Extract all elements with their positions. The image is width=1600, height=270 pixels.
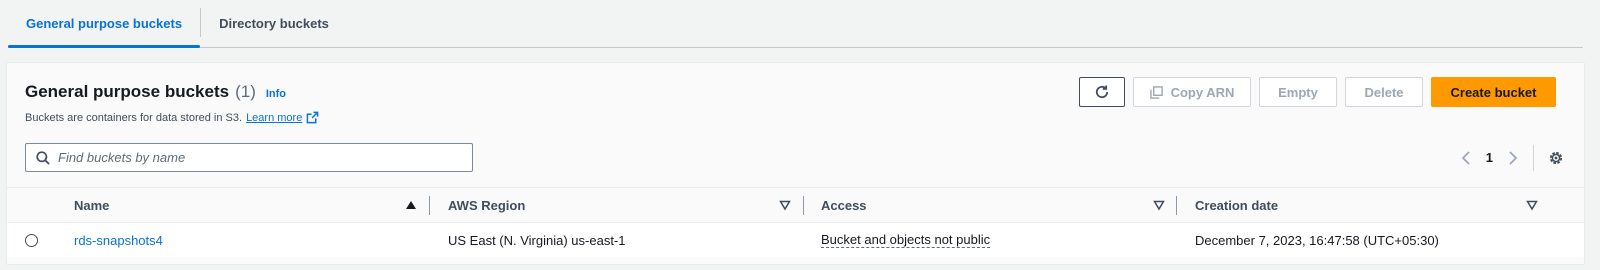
column-header-access[interactable]: Access bbox=[821, 188, 867, 222]
description-text: Buckets are containers for data stored i… bbox=[25, 111, 243, 124]
current-page[interactable]: 1 bbox=[1482, 150, 1497, 165]
search-icon bbox=[36, 150, 50, 165]
sort-descending-icon[interactable] bbox=[1153, 199, 1165, 211]
refresh-icon bbox=[1095, 85, 1109, 99]
tab-general-purpose-buckets[interactable]: General purpose buckets bbox=[8, 0, 201, 48]
chevron-left-icon[interactable] bbox=[1460, 150, 1472, 166]
bucket-count: (1) bbox=[235, 82, 256, 101]
table-row[interactable]: rds-snapshots4 US East (N. Virginia) us-… bbox=[7, 223, 1584, 257]
learn-more-link[interactable]: Learn more bbox=[246, 112, 302, 124]
bucket-access-cell: Bucket and objects not public bbox=[821, 223, 991, 257]
copy-arn-label: Copy ARN bbox=[1170, 84, 1235, 100]
chevron-right-icon[interactable] bbox=[1507, 150, 1519, 166]
bucket-name-cell: rds-snapshots4 bbox=[74, 223, 163, 257]
create-bucket-button[interactable]: Create bucket bbox=[1431, 77, 1556, 107]
column-header-name[interactable]: Name bbox=[74, 188, 109, 222]
page-title: General purpose buckets bbox=[25, 82, 230, 101]
panel-header: General purpose buckets (1) Info bbox=[25, 82, 286, 102]
row-select-radio[interactable] bbox=[25, 233, 38, 247]
bucket-access[interactable]: Bucket and objects not public bbox=[821, 232, 991, 248]
bucket-region: US East (N. Virginia) us-east-1 bbox=[448, 232, 626, 248]
buckets-panel: General purpose buckets (1) Info Buckets… bbox=[6, 62, 1585, 265]
pagination: 1 bbox=[1460, 143, 1564, 172]
search-box bbox=[25, 143, 473, 172]
bucket-name-link[interactable]: rds-snapshots4 bbox=[74, 233, 163, 248]
column-divider[interactable] bbox=[803, 196, 804, 215]
row-select-cell bbox=[25, 223, 38, 257]
sort-descending-icon[interactable] bbox=[1526, 199, 1538, 211]
table-header: Name AWS Region Access Creation date bbox=[7, 187, 1584, 223]
copy-icon bbox=[1149, 85, 1163, 99]
search-input[interactable] bbox=[58, 150, 472, 165]
header-actions: Copy ARN Empty Delete Create bucket bbox=[1079, 77, 1556, 107]
column-header-region[interactable]: AWS Region bbox=[448, 188, 525, 222]
external-link-icon[interactable] bbox=[306, 111, 319, 124]
pager-divider bbox=[1533, 144, 1534, 171]
sort-ascending-icon[interactable] bbox=[405, 199, 417, 211]
refresh-button[interactable] bbox=[1079, 77, 1125, 107]
delete-button[interactable]: Delete bbox=[1345, 77, 1423, 107]
copy-arn-button[interactable]: Copy ARN bbox=[1133, 77, 1251, 107]
empty-button[interactable]: Empty bbox=[1259, 77, 1337, 107]
column-divider[interactable] bbox=[429, 196, 430, 215]
sort-descending-icon[interactable] bbox=[779, 199, 791, 211]
panel-description: Buckets are containers for data stored i… bbox=[25, 111, 319, 124]
bucket-creation-date: December 7, 2023, 16:47:58 (UTC+05:30) bbox=[1195, 232, 1439, 248]
bucket-type-tabs: General purpose buckets Directory bucket… bbox=[8, 0, 1583, 48]
tab-directory-buckets[interactable]: Directory buckets bbox=[201, 0, 347, 46]
column-header-creation-date[interactable]: Creation date bbox=[1195, 188, 1278, 222]
column-divider[interactable] bbox=[1176, 196, 1177, 215]
settings-icon[interactable] bbox=[1548, 150, 1564, 166]
info-link[interactable]: Info bbox=[266, 88, 286, 100]
